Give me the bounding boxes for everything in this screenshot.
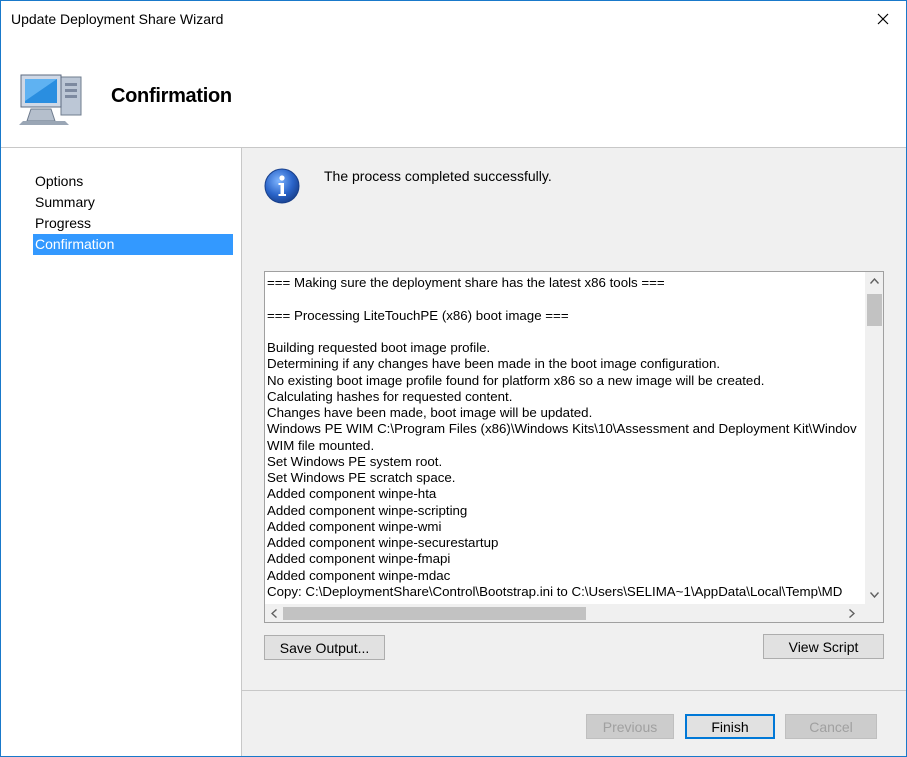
horizontal-scrollbar[interactable] bbox=[265, 604, 883, 622]
log-line: Set Windows PE system root. bbox=[267, 453, 443, 469]
close-button[interactable] bbox=[860, 1, 906, 37]
log-line: === Making sure the deployment share has… bbox=[267, 275, 665, 290]
scroll-down-button[interactable] bbox=[865, 586, 883, 604]
log-line: No existing boot image profile found for… bbox=[267, 372, 765, 388]
chevron-left-icon bbox=[271, 608, 277, 618]
sidebar-item-progress[interactable]: Progress bbox=[33, 213, 233, 234]
close-icon bbox=[877, 13, 889, 25]
log-lines: === Making sure the deployment share has… bbox=[267, 275, 862, 600]
horizontal-scroll-thumb[interactable] bbox=[283, 607, 586, 620]
log-line: Copy: C:\DeploymentShare\Control\Bootstr… bbox=[267, 583, 843, 599]
title-bar: Update Deployment Share Wizard bbox=[1, 1, 906, 37]
page-title: Confirmation bbox=[111, 85, 232, 107]
info-icon bbox=[264, 168, 300, 204]
wizard-window: Update Deployment Share Wizard Confirmat… bbox=[0, 0, 907, 757]
chevron-down-icon bbox=[869, 592, 879, 598]
computer-icon bbox=[19, 74, 82, 125]
log-line: Calculating hashes for requested content… bbox=[267, 388, 513, 404]
status-message: The process completed successfully. bbox=[324, 168, 552, 184]
output-log[interactable]: === Making sure the deployment share has… bbox=[264, 271, 884, 623]
sidebar-item-summary[interactable]: Summary bbox=[33, 192, 233, 213]
cancel-button[interactable]: Cancel bbox=[785, 714, 877, 739]
scroll-left-button[interactable] bbox=[265, 604, 283, 622]
log-line: Set Windows PE scratch space. bbox=[267, 470, 456, 485]
sidebar-item-confirmation[interactable]: Confirmation bbox=[33, 234, 233, 255]
log-line: Changes have been made, boot image will … bbox=[267, 405, 593, 420]
wizard-header: Confirmation bbox=[1, 37, 906, 147]
window-title: Update Deployment Share Wizard bbox=[11, 11, 224, 27]
main-panel: The process completed successfully. === … bbox=[242, 147, 906, 690]
wizard-footer: Previous Finish Cancel bbox=[242, 690, 906, 756]
log-line: Added component winpe-wmi bbox=[267, 518, 442, 534]
log-line: Added component winpe-fmapi bbox=[267, 551, 451, 567]
log-line: Determining if any changes have been mad… bbox=[267, 356, 721, 372]
view-script-button[interactable]: View Script bbox=[763, 634, 884, 659]
finish-button[interactable]: Finish bbox=[685, 714, 775, 739]
previous-button[interactable]: Previous bbox=[586, 714, 674, 739]
chevron-right-icon bbox=[849, 608, 855, 618]
log-line: Building requested boot image profile. bbox=[267, 340, 491, 355]
log-line: Added component winpe-scripting bbox=[267, 502, 468, 518]
log-line: Windows PE WIM C:\Program Files (x86)\Wi… bbox=[267, 421, 857, 437]
chevron-up-icon bbox=[869, 278, 879, 284]
scroll-right-button[interactable] bbox=[843, 604, 861, 622]
sidebar: Options Summary Progress Confirmation bbox=[1, 147, 242, 756]
vertical-scroll-thumb[interactable] bbox=[867, 294, 882, 326]
log-line: Added component winpe-mdac bbox=[267, 567, 451, 583]
vertical-scrollbar[interactable] bbox=[865, 272, 883, 604]
log-line: WIM file mounted. bbox=[267, 437, 375, 453]
log-line: === Processing LiteTouchPE (x86) boot im… bbox=[267, 307, 569, 323]
log-line: Added component winpe-securestartup bbox=[267, 535, 499, 550]
save-output-button[interactable]: Save Output... bbox=[264, 635, 385, 660]
scroll-up-button[interactable] bbox=[865, 272, 883, 290]
log-line: Added component winpe-hta bbox=[267, 486, 437, 502]
sidebar-item-options[interactable]: Options bbox=[33, 171, 233, 192]
